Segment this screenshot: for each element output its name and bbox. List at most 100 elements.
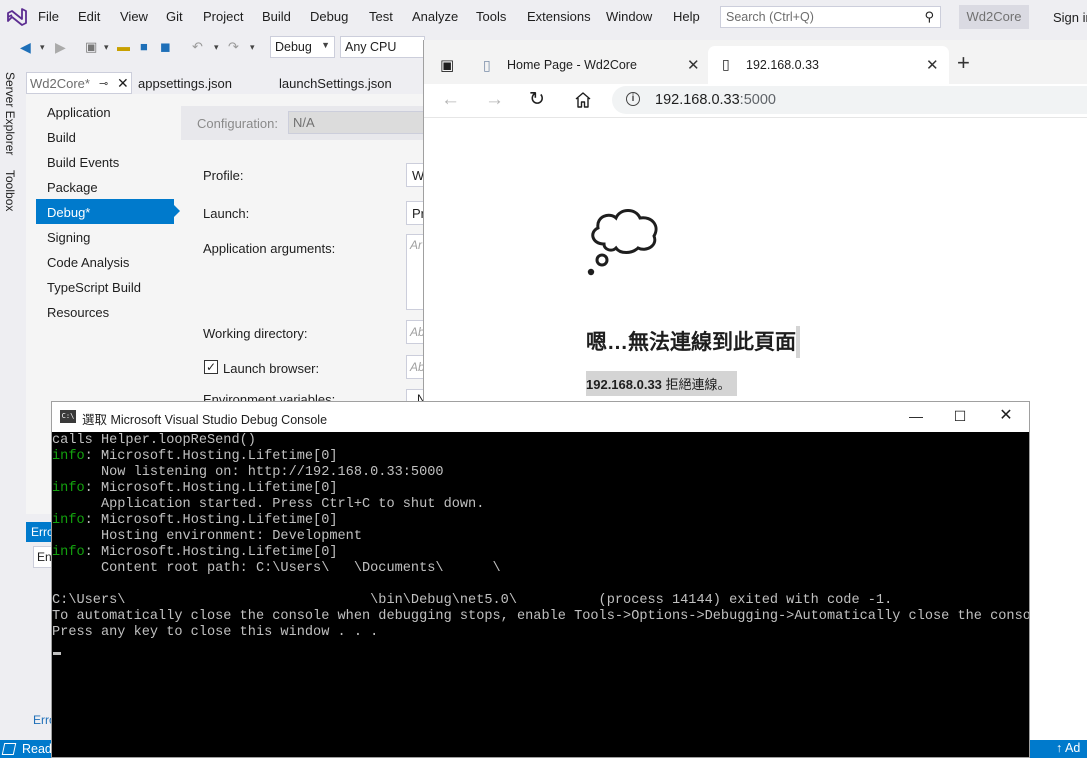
menu-window[interactable]: Window (606, 9, 652, 24)
close-tab-icon[interactable]: ✕ (926, 56, 939, 74)
menu-tools[interactable]: Tools (476, 9, 506, 24)
save-icon[interactable]: ■ (140, 39, 148, 55)
solution-name-badge[interactable]: Wd2Core (959, 5, 1029, 29)
menu-help[interactable]: Help (673, 9, 700, 24)
console-line-prefix: info (52, 481, 85, 496)
menu-analyze[interactable]: Analyze (412, 9, 458, 24)
solution-configuration-select[interactable]: Debug ▼ (270, 36, 335, 58)
nav-item-debug[interactable]: Debug* (47, 205, 90, 220)
tab-actions-icon[interactable]: ▣ (440, 56, 454, 74)
nav-item-application[interactable]: Application (47, 105, 111, 120)
error-host: 192.168.0.33 (586, 377, 662, 392)
menu-debug[interactable]: Debug (310, 9, 348, 24)
back-dropdown-icon[interactable]: ▾ (40, 39, 45, 55)
console-output[interactable]: calls Helper.loopReSend() info: Microsof… (52, 433, 1029, 758)
menu-build[interactable]: Build (262, 9, 291, 24)
tab-appsettings[interactable]: appsettings.json (138, 76, 232, 91)
console-line: Hosting environment: Development (52, 529, 362, 545)
tab-active-page[interactable] (708, 46, 949, 84)
server-explorer-tab[interactable]: Server Explorer (3, 72, 17, 155)
tab-home-page-title: Home Page - Wd2Core (507, 58, 637, 72)
console-line-prefix: info (52, 513, 85, 528)
console-line-text: To automatically close the console when … (52, 609, 1029, 624)
navigate-back-icon[interactable]: ◀ (20, 39, 31, 55)
back-icon[interactable]: ← (441, 88, 460, 112)
console-line: Application started. Press Ctrl+C to shu… (52, 497, 484, 513)
navigate-forward-icon[interactable]: ▶ (55, 39, 66, 55)
console-line-text: Application started. Press Ctrl+C to shu… (52, 497, 485, 512)
console-line: Content root path: C:\Users\ \Documents\… (52, 561, 566, 577)
error-message-text: 拒絕連線。 (661, 377, 731, 392)
sign-in-link[interactable]: Sign in (1053, 10, 1087, 25)
nav-item-build-events[interactable]: Build Events (47, 155, 119, 170)
search-placeholder: Search (Ctrl+Q) (726, 10, 814, 24)
console-line: info: Microsoft.Hosting.Lifetime[0] (52, 481, 338, 497)
nav-item-signing[interactable]: Signing (47, 230, 90, 245)
home-icon[interactable] (574, 91, 592, 109)
chevron-down-icon: ▼ (321, 40, 330, 50)
launch-browser-checkbox[interactable]: ✓ (204, 360, 218, 374)
close-tab-icon[interactable]: ✕ (117, 75, 129, 92)
close-window-icon[interactable]: ✕ (992, 405, 1020, 427)
console-line-text: calls Helper.loopReSend() (52, 433, 256, 448)
nav-item-typescript-build[interactable]: TypeScript Build (47, 280, 141, 295)
console-line-text: Now listening on: http://192.168.0.33:50… (52, 465, 444, 480)
maximize-icon[interactable]: ☐ (946, 405, 974, 427)
menu-file[interactable]: File (38, 9, 59, 24)
redo-dropdown-icon[interactable]: ▾ (250, 39, 255, 55)
menu-view[interactable]: View (120, 9, 148, 24)
console-line: info: Microsoft.Hosting.Lifetime[0] (52, 513, 338, 529)
configuration-select: N/A (288, 111, 428, 134)
nav-item-code-analysis[interactable]: Code Analysis (47, 255, 129, 270)
console-line-text: Hosting environment: Development (52, 529, 362, 544)
address-port: :5000 (739, 92, 776, 108)
nav-item-resources[interactable]: Resources (47, 305, 109, 320)
site-info-icon[interactable]: i (626, 92, 640, 106)
nav-item-package[interactable]: Package (47, 180, 98, 195)
console-line-text: : Microsoft.Hosting.Lifetime[0] (84, 481, 338, 496)
profile-label: Profile: (203, 168, 244, 183)
save-all-icon[interactable]: ◼ (160, 39, 171, 55)
nav-item-build[interactable]: Build (47, 130, 76, 145)
console-line-prefix: info (52, 545, 85, 560)
menu-edit[interactable]: Edit (78, 9, 100, 24)
address-url[interactable]: 192.168.0.33:5000 (655, 92, 776, 108)
thought-bubble-icon (587, 209, 658, 276)
tab-project-properties-label: Wd2Core* (30, 76, 90, 91)
redo-icon[interactable]: ↷ (228, 39, 239, 55)
nav-selection-arrow (173, 204, 180, 218)
undo-dropdown-icon[interactable]: ▾ (214, 39, 219, 55)
console-line-text: : Microsoft.Hosting.Lifetime[0] (84, 513, 338, 528)
menu-git[interactable]: Git (166, 9, 183, 24)
console-line-prefix: info (52, 449, 85, 464)
refresh-icon[interactable]: ↻ (529, 88, 545, 112)
undo-icon[interactable]: ↶ (192, 39, 203, 55)
console-line: info: Microsoft.Hosting.Lifetime[0] (52, 449, 338, 465)
forward-icon[interactable]: → (485, 88, 504, 112)
menu-project[interactable]: Project (203, 9, 243, 24)
status-text: Read (22, 742, 52, 756)
tab-launchsettings[interactable]: launchSettings.json (279, 76, 392, 91)
toolbox-tab[interactable]: Toolbox (3, 170, 17, 211)
side-tool-strip (0, 60, 22, 740)
error-message: 192.168.0.33 拒絕連線。 (586, 371, 737, 396)
menu-test[interactable]: Test (369, 9, 393, 24)
menu-extensions[interactable]: Extensions (527, 9, 591, 24)
error-list-scope-value: En (37, 550, 52, 564)
add-to-source-control[interactable]: ↑ Ad (1056, 741, 1080, 755)
visual-studio-logo-icon (7, 8, 27, 26)
minimize-icon[interactable]: — (902, 405, 930, 427)
broken-page-icon: ▯ (722, 56, 730, 72)
solution-platform-select[interactable]: Any CPU (340, 36, 425, 58)
console-title: 選取 Microsoft Visual Studio Debug Console (82, 413, 328, 427)
new-project-icon[interactable]: ▣ (85, 39, 97, 55)
open-folder-icon[interactable]: ▬ (117, 39, 130, 55)
close-tab-icon[interactable]: ✕ (687, 56, 700, 74)
search-input[interactable]: Search (Ctrl+Q) ⚲ (720, 6, 941, 28)
pin-icon[interactable]: ⊸ (99, 77, 108, 90)
console-line: Press any key to close this window . . . (52, 625, 378, 641)
launch-label: Launch: (203, 206, 250, 221)
new-tab-icon[interactable]: + (957, 51, 970, 75)
new-dropdown-icon[interactable]: ▾ (104, 39, 109, 55)
tab-active-page-title: 192.168.0.33 (746, 58, 819, 72)
